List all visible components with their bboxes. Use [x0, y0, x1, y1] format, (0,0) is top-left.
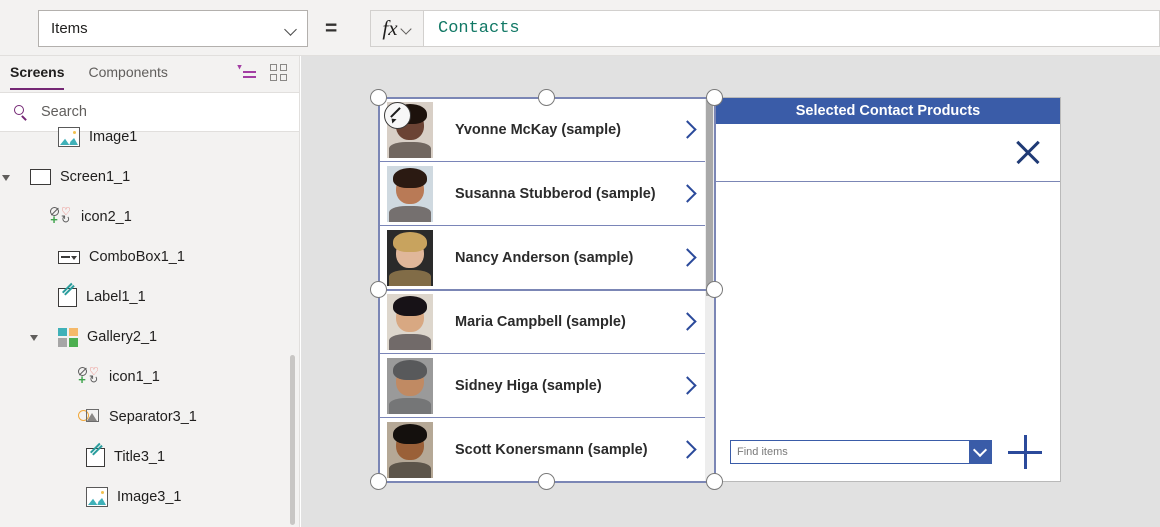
- chevron-right-icon[interactable]: [681, 187, 694, 200]
- tree-item-label: Image1: [89, 129, 138, 145]
- gallery-row[interactable]: Yvonne McKay (sample): [379, 98, 714, 162]
- find-items-combobox[interactable]: Find items: [730, 440, 992, 464]
- plus-icon[interactable]: [1008, 435, 1044, 471]
- find-items-placeholder: Find items: [737, 446, 788, 458]
- resize-handle-bottom-right[interactable]: [706, 473, 723, 490]
- edit-pencil-icon[interactable]: [384, 102, 411, 129]
- chevron-right-icon[interactable]: [681, 123, 694, 136]
- tree-item-label: icon2_1: [81, 209, 132, 225]
- tree-item-label: icon1_1: [109, 369, 160, 385]
- gallery-scrollbar-thumb[interactable]: [706, 100, 713, 296]
- tree-item-label: Label1_1: [86, 289, 146, 305]
- tree-item-label: Gallery2_1: [87, 329, 158, 345]
- gallery-icon: [58, 327, 78, 347]
- resize-handle-top-left[interactable]: [370, 89, 387, 106]
- contact-avatar: [387, 421, 433, 478]
- iconset-icon: ♡ + ↻: [78, 366, 99, 387]
- close-icon[interactable]: [1014, 138, 1042, 166]
- tab-screens[interactable]: Screens: [10, 64, 65, 90]
- chevron-down-icon: [285, 23, 297, 35]
- panel-title: Selected Contact Products: [716, 98, 1060, 124]
- sidebar-scrollbar-thumb[interactable]: [290, 355, 295, 525]
- contact-name: Maria Campbell (sample): [455, 313, 626, 330]
- tree-item-title3_1[interactable]: Title3_1: [0, 437, 299, 477]
- property-select-label: Items: [51, 20, 88, 37]
- tree-item-label: ComboBox1_1: [89, 249, 185, 265]
- equals-sign: =: [325, 17, 338, 40]
- resize-handle-bottom-center[interactable]: [538, 473, 555, 490]
- selection-line-middle: [378, 289, 715, 291]
- fx-button[interactable]: fx: [370, 10, 424, 47]
- screen-icon: [30, 169, 51, 185]
- image-icon: [86, 487, 108, 507]
- resize-handle-top-center[interactable]: [538, 89, 555, 106]
- powerapps-studio: Items = fx Contacts Screens Components S…: [0, 0, 1160, 527]
- contact-avatar: [387, 357, 433, 414]
- tree-item-label1_1[interactable]: Label1_1: [0, 277, 299, 317]
- chevron-down-icon[interactable]: [969, 441, 991, 463]
- view-switcher: [237, 64, 287, 81]
- tree-item-icon2_1[interactable]: ♡ + ↻ icon2_1: [0, 197, 299, 237]
- sidebar: Screens Components Search Image1 Screen1_…: [0, 56, 300, 527]
- contact-name: Sidney Higa (sample): [455, 377, 602, 394]
- contact-avatar: [387, 165, 433, 222]
- contact-name: Susanna Stubberod (sample): [455, 185, 656, 202]
- chevron-right-icon[interactable]: [681, 379, 694, 392]
- screens-tree: Image1 Screen1_1 ♡ + ↻ icon2_1 ComboBox1_1 Labe…: [0, 117, 299, 512]
- chevron-right-icon[interactable]: [681, 443, 694, 456]
- tab-components[interactable]: Components: [88, 64, 167, 84]
- tree-item-separator3_1[interactable]: Separator3_1: [0, 397, 299, 437]
- tree-view-icon[interactable]: [237, 64, 256, 81]
- grid-view-icon[interactable]: [270, 64, 287, 81]
- gallery-row[interactable]: Maria Campbell (sample): [379, 290, 714, 354]
- tree-item-label: Title3_1: [114, 449, 166, 465]
- iconset-icon: ♡ + ↻: [50, 206, 71, 227]
- app-canvas: Yvonne McKay (sample) Susanna Stubberod (…: [301, 56, 1160, 527]
- contact-name: Yvonne McKay (sample): [455, 121, 621, 138]
- formula-input[interactable]: Contacts: [424, 10, 1160, 47]
- tree-item-icon1_1[interactable]: ♡ + ↻ icon1_1: [0, 357, 299, 397]
- formula-bar: Items = fx Contacts: [0, 0, 1160, 56]
- tree-item-label: Separator3_1: [109, 409, 197, 425]
- contact-name: Nancy Anderson (sample): [455, 249, 634, 266]
- selected-contact-products-panel: Selected Contact Products Find items: [715, 97, 1061, 482]
- formula-text: Contacts: [438, 19, 520, 38]
- panel-toolbar: [716, 124, 1060, 182]
- expander-icon[interactable]: [2, 175, 10, 181]
- tree-item-screen1_1[interactable]: Screen1_1: [0, 157, 299, 197]
- contact-name: Scott Konersmann (sample): [455, 441, 648, 458]
- resize-handle-bottom-left[interactable]: [370, 473, 387, 490]
- gallery-row[interactable]: Susanna Stubberod (sample): [379, 162, 714, 226]
- tree-item-image1[interactable]: Image1: [0, 117, 299, 157]
- chevron-down-icon: [402, 24, 412, 34]
- tree-item-combobox1_1[interactable]: ComboBox1_1: [0, 237, 299, 277]
- chevron-right-icon[interactable]: [681, 315, 694, 328]
- chevron-right-icon[interactable]: [681, 251, 694, 264]
- separator-icon: [78, 407, 100, 427]
- tree-item-label: Screen1_1: [60, 169, 131, 185]
- image-icon: [58, 127, 80, 147]
- resize-handle-middle-left[interactable]: [370, 281, 387, 298]
- tree-item-image3_1[interactable]: Image3_1: [0, 477, 299, 512]
- expander-icon[interactable]: [30, 335, 38, 341]
- resize-handle-top-right[interactable]: [706, 89, 723, 106]
- label-icon: [86, 447, 105, 467]
- gallery-row[interactable]: Sidney Higa (sample): [379, 354, 714, 418]
- combobox-icon: [58, 250, 80, 264]
- fx-icon: fx: [382, 16, 398, 40]
- resize-handle-middle-right[interactable]: [706, 281, 723, 298]
- property-select[interactable]: Items: [38, 10, 308, 47]
- contact-avatar: [387, 229, 433, 286]
- sidebar-tabs: Screens Components: [0, 56, 299, 92]
- label-icon: [58, 287, 77, 307]
- tree-item-label: Image3_1: [117, 489, 182, 505]
- panel-body: Find items: [716, 182, 1060, 480]
- tree-item-gallery2_1[interactable]: Gallery2_1: [0, 317, 299, 357]
- contact-avatar: [387, 293, 433, 350]
- gallery-row[interactable]: Nancy Anderson (sample): [379, 226, 714, 290]
